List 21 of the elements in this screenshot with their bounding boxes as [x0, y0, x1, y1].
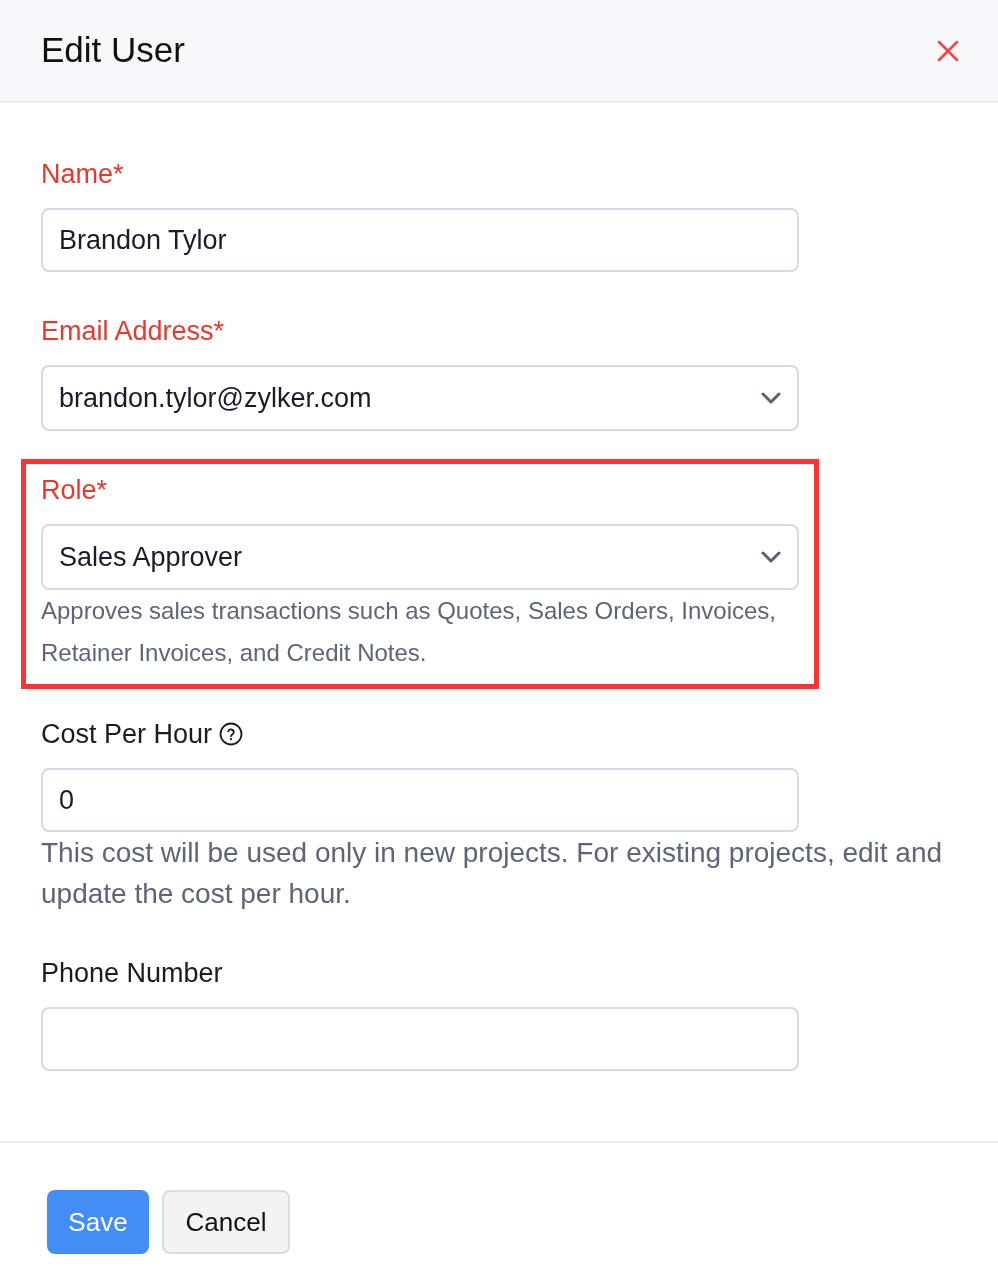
text-input[interactable] — [41, 1007, 799, 1071]
chevron-down-icon — [761, 392, 781, 404]
dropdown-value: brandon.tylor@zylker.com — [59, 381, 372, 415]
field-label: Cost Per Hour — [41, 719, 213, 749]
dropdown-field[interactable]: Sales Approver — [41, 524, 799, 590]
close-icon — [937, 39, 959, 62]
field-label: Email Address* — [41, 316, 225, 346]
chevron-down-icon — [761, 551, 781, 563]
cancel-button[interactable]: Cancel — [162, 1190, 290, 1254]
field-label: Phone Number — [41, 958, 223, 988]
help-text: Approves sales transactions such as Quotes, Sales Orders, Invoices, Retainer Invoices, and Credit Notes. — [41, 596, 777, 668]
dropdown-value: Sales Approver — [59, 540, 243, 574]
field-label: Name* — [41, 159, 124, 189]
field-label: Role* — [41, 475, 108, 505]
text-input[interactable]: Brandon Tylor — [41, 208, 799, 272]
close-button[interactable] — [936, 38, 960, 63]
help-text: This cost will be used only in new projects. For existing projects, edit and update the cost per hour. — [41, 836, 944, 911]
text-input[interactable]: 0 — [41, 768, 799, 832]
dropdown-field[interactable]: brandon.tylor@zylker.com — [41, 365, 799, 431]
help-icon[interactable] — [219, 722, 244, 746]
dialog-title: Edit User — [41, 29, 185, 72]
